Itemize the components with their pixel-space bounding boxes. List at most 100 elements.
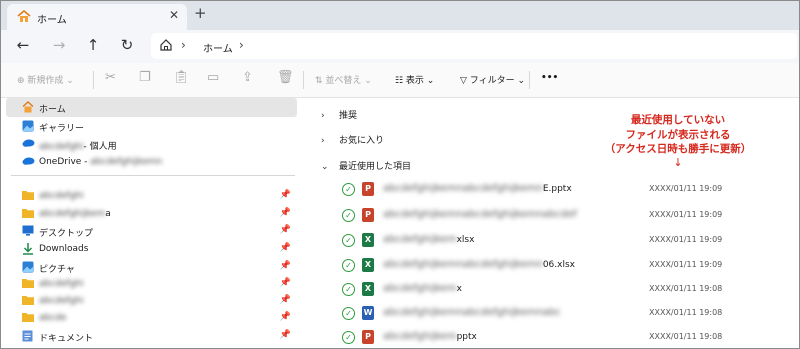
blurred-text: abcdefghi: [39, 142, 84, 152]
folder-icon: [22, 278, 34, 291]
refresh-button[interactable]: ↻: [117, 36, 137, 54]
paste-icon[interactable]: 📋︎: [173, 70, 190, 85]
blurred-text: abcdefghijkemnabcdefghijkemn: [383, 259, 543, 270]
share-icon[interactable]: ⇪: [242, 70, 253, 85]
file-name: abcdefghijkemxlsx: [383, 234, 474, 245]
file-date: XXXX/01/11 19:08: [649, 284, 723, 293]
sidebar-item-folder[interactable]: abcde 📌: [6, 309, 297, 328]
new-button[interactable]: ⊕ 新規作成 ⌄: [17, 73, 74, 86]
file-row[interactable]: ✓ X abcdefghijkemnabcdefghijkemn06.xlsx …: [339, 256, 779, 276]
sidebar-item-downloads[interactable]: Downloads 📌: [6, 240, 297, 259]
command-bar: ⊕ 新規作成 ⌄ ✂ ❐ 📋︎ ▭ ⇪ 🗑︎ ⇅ 並べ替え ⌄ ☷ 表示 ⌄ ▽…: [1, 63, 799, 98]
excel-icon: X: [362, 282, 374, 296]
file-row[interactable]: ✓ P abcdefghijkempptx XXXX/01/11 19:08: [339, 328, 779, 348]
cut-icon[interactable]: ✂: [105, 70, 116, 85]
sync-status-icon: ✓: [342, 283, 355, 296]
pin-icon[interactable]: 📌: [280, 278, 291, 288]
section-label: お気に入り: [339, 136, 385, 146]
home-icon: [22, 101, 34, 116]
file-date: XXXX/01/11 19:08: [649, 332, 723, 341]
tab-home[interactable]: ホーム ✕: [7, 4, 187, 30]
blurred-text: abcdefghijkem: [383, 234, 457, 245]
home-icon: [17, 9, 31, 26]
new-tab-button[interactable]: +: [194, 4, 207, 22]
sidebar-item-gallery[interactable]: ギャラリー: [6, 117, 297, 136]
sidebar-item-label: OneDrive - abcdefghijkemn: [39, 157, 162, 167]
powerpoint-icon: P: [362, 182, 374, 196]
file-row[interactable]: ✓ X abcdefghijkemxlsx XXXX/01/11 19:09: [339, 231, 779, 251]
sort-button[interactable]: ⇅ 並べ替え ⌄: [315, 73, 372, 86]
file-row[interactable]: ✓ W abcdefghijkemnabcdefghijkemnabc XXXX…: [339, 304, 779, 324]
more-options-button[interactable]: •••: [541, 73, 558, 83]
blurred-text: abcdefghijkem: [39, 209, 106, 219]
pin-icon[interactable]: 📌: [280, 312, 291, 322]
breadcrumb-separator[interactable]: ›: [181, 38, 186, 52]
annotation-callout: 最近使用していない ファイルが表示される （アクセス日時も勝手に更新） ↓: [568, 113, 788, 168]
pin-icon[interactable]: 📌: [280, 330, 291, 340]
chevron-down-icon[interactable]: ⌄: [321, 162, 339, 172]
sidebar-item-label: abcdefghi: [39, 279, 84, 289]
pin-icon[interactable]: 📌: [280, 208, 291, 218]
file-row[interactable]: ✓ P abcdefghijkemnabcdefghijkemnE.pptx X…: [339, 180, 779, 200]
breadcrumb-home[interactable]: ホーム: [203, 40, 233, 55]
navigation-pane: ホーム ギャラリー abcdefghi- 個人用 OneDrive - abcd…: [1, 97, 301, 348]
file-extension: xlsx: [456, 235, 475, 245]
pin-icon[interactable]: 📌: [280, 225, 291, 235]
sidebar-item-label: ピクチャ: [39, 265, 75, 275]
home-outline-icon[interactable]: [159, 38, 173, 55]
address-bar[interactable]: › ホーム ›: [151, 33, 797, 59]
blurred-text: abcdefghijkemnabcdefghijkemnabc: [383, 307, 561, 318]
sidebar-item-folder[interactable]: abcdefghi 📌: [6, 187, 297, 206]
section-favorites[interactable]: › お気に入り: [321, 133, 384, 146]
pin-icon[interactable]: 📌: [280, 243, 291, 253]
file-date: XXXX/01/11 19:09: [649, 210, 723, 219]
file-name: abcdefghijkempptx: [383, 331, 477, 342]
section-recent[interactable]: ⌄ 最近使用した項目: [321, 159, 411, 172]
powerpoint-icon: P: [362, 208, 374, 222]
sync-status-icon: ✓: [342, 234, 355, 247]
sidebar-item-onedrive-business[interactable]: OneDrive - abcdefghijkemn: [6, 153, 297, 172]
onedrive-icon: [22, 138, 35, 150]
blurred-text: abcdefghijkem: [383, 331, 457, 342]
back-button[interactable]: ←: [13, 36, 33, 54]
file-name: abcdefghijkemnabcdefghijkemn06.xlsx: [383, 259, 575, 270]
annotation-line-1: 最近使用していない: [630, 114, 726, 126]
file-row[interactable]: ✓ P abcdefghijkemnabcdefghijkemnabcdef X…: [339, 206, 779, 226]
rename-icon[interactable]: ▭: [207, 70, 219, 85]
toolbar-divider: [529, 71, 530, 89]
chevron-right-icon[interactable]: ›: [321, 136, 339, 146]
file-extension: E.pptx: [542, 184, 572, 194]
pin-icon[interactable]: 📌: [280, 190, 291, 200]
section-recommended[interactable]: › 推奨: [321, 108, 357, 121]
pin-icon[interactable]: 📌: [280, 261, 291, 271]
sidebar-item-documents[interactable]: ドキュメント 📌: [6, 327, 297, 346]
sidebar-item-desktop[interactable]: デスクトップ 📌: [6, 222, 297, 241]
delete-icon[interactable]: 🗑︎: [277, 70, 294, 85]
up-button[interactable]: ↑: [83, 36, 103, 54]
view-button[interactable]: ☷ 表示 ⌄: [395, 73, 434, 86]
gallery-icon: [22, 120, 34, 135]
forward-button[interactable]: →: [49, 36, 69, 54]
file-date: XXXX/01/11 19:08: [649, 308, 723, 317]
sidebar-item-label: デスクトップ: [39, 229, 94, 239]
chevron-right-icon[interactable]: ›: [321, 111, 339, 121]
toolbar-divider: [303, 71, 304, 89]
tab-strip: ホーム ✕ +: [1, 1, 799, 30]
annotation-line-3: （アクセス日時も勝手に更新）: [604, 143, 752, 155]
file-name: abcdefghijkemnabcdefghijkemnabcdef: [383, 209, 577, 220]
sidebar-divider: [11, 175, 295, 176]
folder-icon: [22, 312, 34, 325]
filter-button[interactable]: ▽ フィルター ⌄: [460, 73, 525, 86]
sidebar-item-label-suffix: a: [105, 209, 111, 219]
navigation-bar: ← → ↑ ↻ › ホーム ›: [1, 30, 799, 63]
pin-icon[interactable]: 📌: [280, 295, 291, 305]
sidebar-item-onedrive-personal[interactable]: abcdefghi- 個人用: [6, 135, 297, 154]
download-icon: [22, 243, 34, 258]
file-row[interactable]: ✓ X abcdefghijkemx XXXX/01/11 19:08: [339, 280, 779, 300]
copy-icon[interactable]: ❐: [139, 70, 151, 85]
sidebar-item-label: abcdefghi: [39, 296, 84, 306]
sidebar-item-home[interactable]: ホーム: [6, 98, 297, 117]
close-tab-icon[interactable]: ✕: [169, 8, 179, 22]
sidebar-item-label: abcdefghijkema: [39, 209, 111, 219]
breadcrumb-separator[interactable]: ›: [239, 38, 244, 52]
